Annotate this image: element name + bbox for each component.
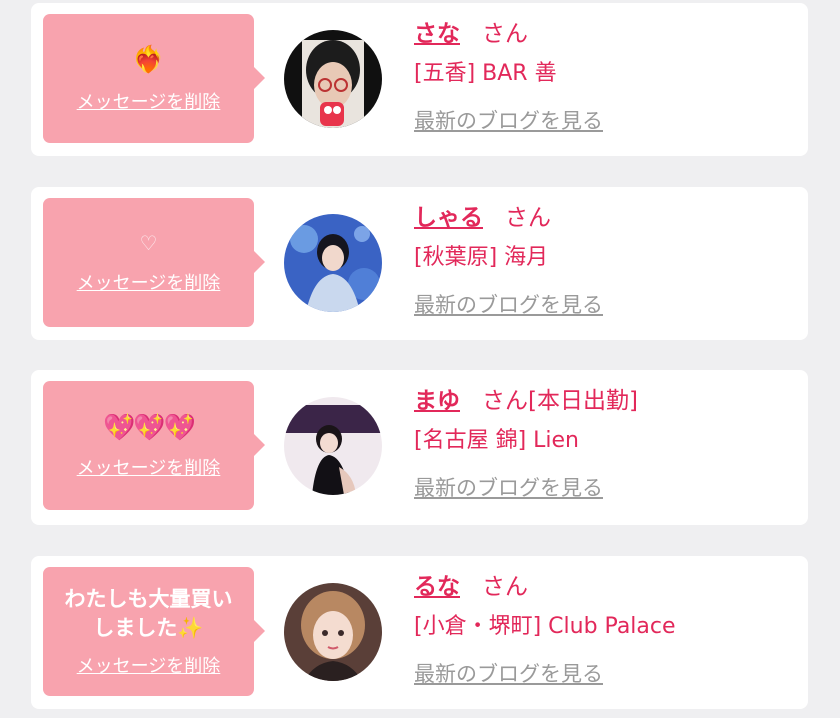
message-card: わたしも大量買いしました✨ メッセージを削除 るな さん [小倉・堺町] Club… [31,556,808,709]
cast-name[interactable]: まゆ [414,388,460,414]
shop-name: [名古屋 錦] Lien [414,428,580,453]
cast-name[interactable]: るな [414,574,460,600]
message-card: 💖💖💖 メッセージを削除 まゆ さん[本日出勤] [名古屋 錦] Lien 最新の… [31,370,808,525]
name-row: しゃる さん [414,201,794,235]
delete-message-link[interactable]: メッセージを削除 [77,454,221,480]
message-card: ♡ メッセージを削除 しゃる さん [秋葉原] 海月 最新のブログを見る [31,187,808,340]
delete-message-link[interactable]: メッセージを削除 [77,269,221,295]
cast-info: まゆ さん[本日出勤] [名古屋 錦] Lien 最新のブログを見る [414,384,794,502]
message-bubble: 💖💖💖 メッセージを削除 [43,381,265,510]
name-row: まゆ さん[本日出勤] [414,384,794,418]
shop-name: [小倉・堺町] Club Palace [414,614,676,639]
honorific: さん [482,574,528,600]
blog-link[interactable]: 最新のブログを見る [414,658,603,688]
blog-link[interactable]: 最新のブログを見る [414,105,603,135]
honorific: さん [482,21,528,47]
status-text: [本日出勤] [528,388,638,414]
blog-link[interactable]: 最新のブログを見る [414,289,603,319]
cast-info: しゃる さん [秋葉原] 海月 最新のブログを見る [414,201,794,319]
shop-name: [秋葉原] 海月 [414,245,549,270]
avatar[interactable] [284,30,382,128]
cast-info: るな さん [小倉・堺町] Club Palace 最新のブログを見る [414,570,794,688]
honorific: さん [482,388,528,414]
delete-message-link[interactable]: メッセージを削除 [77,88,221,114]
name-row: さな さん [414,17,794,51]
shop-name: [五香] BAR 善 [414,61,557,86]
message-bubble: わたしも大量買いしました✨ メッセージを削除 [43,567,265,696]
blog-link[interactable]: 最新のブログを見る [414,472,603,502]
message-bubble: ❤️‍🔥 メッセージを削除 [43,14,265,143]
message-bubble: ♡ メッセージを削除 [43,198,265,327]
message-text: わたしも大量買いしました✨ [64,587,233,640]
avatar[interactable] [284,583,382,681]
message-text: 💖💖💖 [102,412,196,443]
delete-message-link[interactable]: メッセージを削除 [77,652,221,678]
cast-name[interactable]: さな [414,21,460,47]
name-row: るな さん [414,570,794,604]
message-text: ♡ [139,231,158,255]
avatar[interactable] [284,214,382,312]
avatar[interactable] [284,397,382,495]
message-text: ❤️‍🔥 [132,44,165,75]
message-card: ❤️‍🔥 メッセージを削除 さな さん [五香] BAR 善 最新のブログを見る [31,3,808,156]
honorific: さん [505,205,551,231]
cast-info: さな さん [五香] BAR 善 最新のブログを見る [414,17,794,135]
cast-name[interactable]: しゃる [414,205,483,231]
